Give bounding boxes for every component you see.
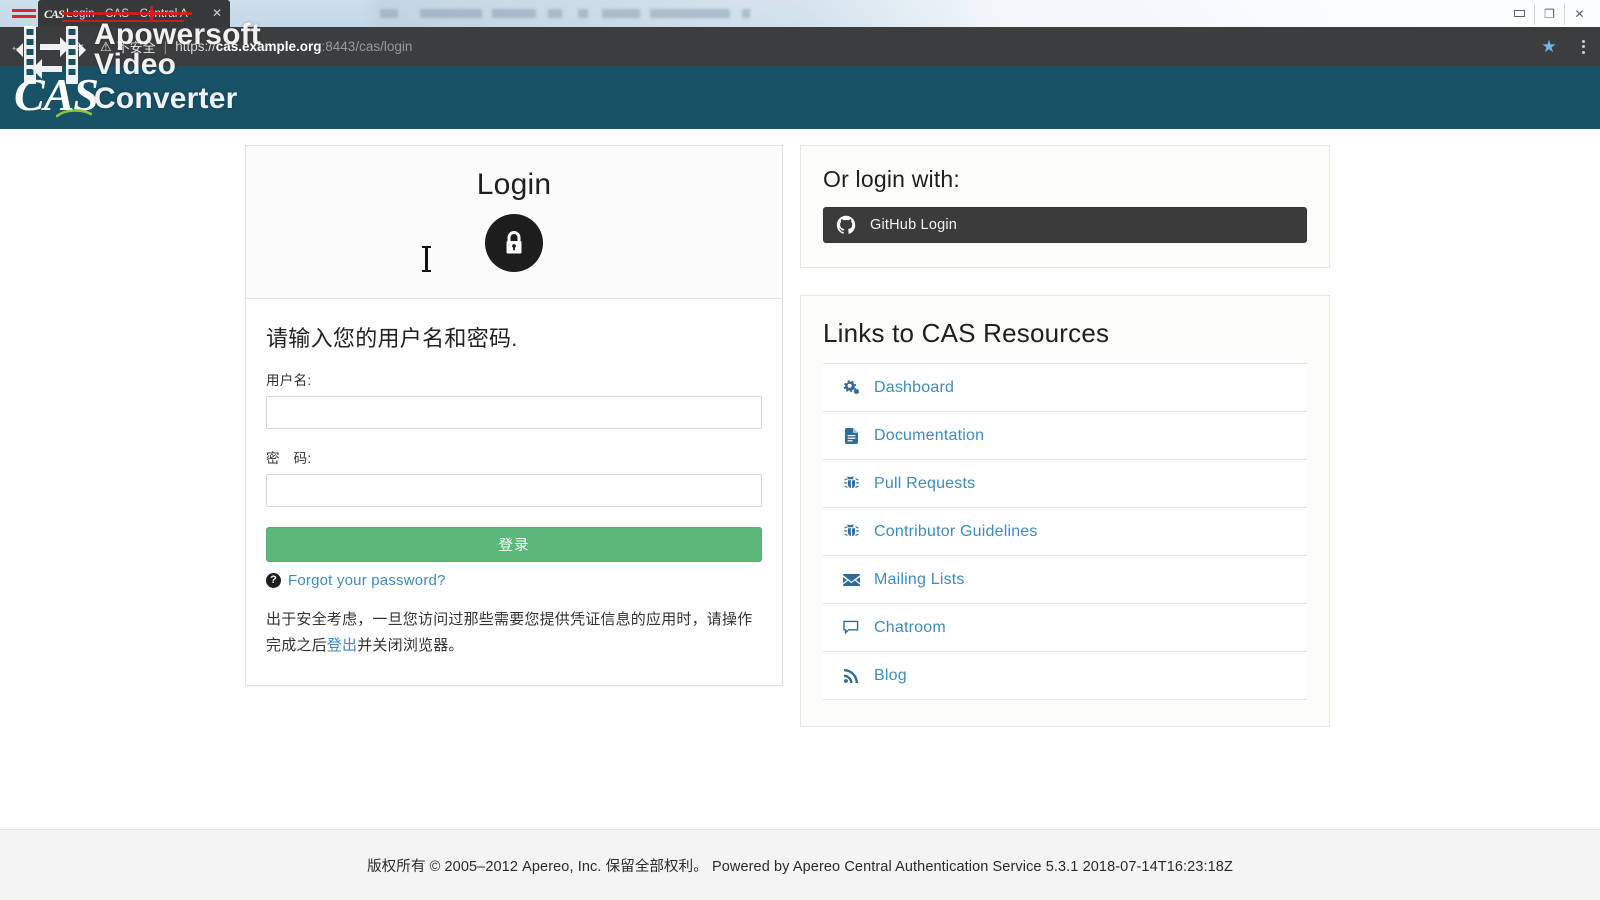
tab-strip: CAS Login - CAS - Central A ✕ ❐ ✕ [0, 0, 1600, 27]
resources-list: Dashboard Documentation Pull Requests Contr… [823, 363, 1307, 700]
footer-copyright-text: 版权所有 © 2005–2012 Apereo, Inc. 保留全部权利。 Po… [367, 858, 1233, 875]
envelope-icon [841, 573, 861, 586]
resource-item-blog[interactable]: Blog [823, 652, 1307, 700]
lock-icon [485, 214, 543, 272]
resource-item-label: Documentation [874, 426, 985, 444]
window-minimize-button[interactable] [1504, 3, 1534, 25]
cas-logo-swoosh-icon [56, 109, 92, 118]
recorder-watermark-stroke [62, 20, 184, 22]
question-circle-icon: ? [266, 573, 281, 588]
cogs-icon [841, 380, 861, 395]
resource-item-contributor-guidelines[interactable]: Contributor Guidelines [823, 508, 1307, 556]
page-content: Login 请输入您的用户名和密码. 用户名: 密 码: 登录 ? Forgot… [0, 129, 1600, 829]
page-footer: 版权所有 © 2005–2012 Apereo, Inc. 保留全部权利。 Po… [0, 829, 1600, 900]
resource-item-label: Pull Requests [874, 474, 976, 492]
resource-item-documentation[interactable]: Documentation [823, 412, 1307, 460]
cas-favicon: CAS [44, 6, 65, 21]
cas-banner [0, 66, 1600, 129]
resource-item-label: Blog [874, 666, 907, 684]
forward-icon[interactable]: → [32, 27, 62, 66]
security-note: 出于安全考虑，一旦您访问过那些需要您提供凭证信息的应用时，请操作完成之后登出并关… [266, 607, 762, 659]
resources-title: Links to CAS Resources [823, 318, 1110, 348]
username-input[interactable] [266, 396, 762, 429]
file-icon [841, 427, 861, 444]
login-instructions: 请输入您的用户名和密码. [266, 326, 518, 351]
logout-link[interactable]: 登出 [327, 637, 357, 654]
reload-icon[interactable]: ⟳ [62, 27, 92, 66]
recorder-watermark-stroke [150, 6, 153, 20]
resource-item-pull-requests[interactable]: Pull Requests [823, 460, 1307, 508]
window-close-button[interactable]: ✕ [1564, 2, 1594, 25]
bug-icon [841, 475, 861, 492]
bug-icon [841, 523, 861, 540]
username-label: 用户名: [266, 373, 312, 388]
github-login-label: GitHub Login [870, 217, 958, 233]
password-group: 密 码: [266, 447, 762, 507]
chrome-menu-icon[interactable] [1566, 27, 1600, 66]
window-controls: ❐ ✕ [1504, 0, 1594, 27]
resource-item-label: Mailing Lists [874, 570, 965, 588]
login-submit-button[interactable]: 登录 [266, 527, 762, 562]
login-panel: Login 请输入您的用户名和密码. 用户名: 密 码: 登录 ? Forgot… [245, 145, 783, 686]
oauth-title: Or login with: [823, 166, 961, 192]
window-restore-button[interactable]: ❐ [1534, 2, 1564, 25]
forgot-password-link[interactable]: Forgot your password? [288, 572, 446, 589]
forgot-password-row: ? Forgot your password? [266, 572, 762, 589]
browser-toolbar: ← → ⟳ ⚠ 不安全 | https://cas.example.org:84… [0, 27, 1600, 66]
recorder-watermark-stroke [12, 15, 36, 18]
omnibox-separator: | [163, 39, 168, 54]
resource-item-chatroom[interactable]: Chatroom [823, 604, 1307, 652]
github-login-button[interactable]: GitHub Login [823, 207, 1307, 243]
restore-icon: ❐ [1544, 6, 1555, 21]
back-icon[interactable]: ← [2, 27, 32, 66]
resource-item-label: Dashboard [874, 378, 955, 396]
security-status-text: 不安全 [116, 40, 156, 55]
browser-chrome: CAS Login - CAS - Central A ✕ ❐ ✕ ← → ⟳ … [0, 0, 1600, 66]
url-host: cas.example.org [215, 39, 322, 54]
github-icon [836, 215, 856, 234]
recorder-watermark-stroke [62, 12, 192, 15]
url-scheme: https:// [175, 39, 216, 54]
address-bar[interactable]: ⚠ 不安全 | https://cas.example.org:8443/cas… [92, 27, 1532, 66]
close-icon: ✕ [1574, 6, 1585, 21]
password-input[interactable] [266, 474, 762, 507]
recorder-watermark-stroke [12, 9, 36, 12]
resources-panel: Links to CAS Resources Dashboard Document… [800, 295, 1330, 727]
bookmark-star-icon[interactable]: ★ [1532, 27, 1566, 66]
login-form: 请输入您的用户名和密码. 用户名: 密 码: 登录 ? Forgot your … [246, 299, 782, 685]
security-note-part2: 并关闭浏览器。 [357, 637, 464, 654]
comment-icon [841, 620, 861, 635]
username-group: 用户名: [266, 369, 762, 429]
url-path: :8443/cas/login [321, 39, 413, 54]
minimize-icon [1513, 10, 1525, 17]
oauth-panel: Or login with: GitHub Login [800, 145, 1330, 268]
resource-item-label: Chatroom [874, 618, 946, 636]
rss-icon [841, 668, 861, 683]
password-label: 密 码: [266, 451, 312, 466]
not-secure-warning-icon: ⚠ [100, 38, 112, 54]
login-panel-header: Login [246, 146, 782, 299]
background-window-blur [0, 0, 1600, 27]
resource-item-dashboard[interactable]: Dashboard [823, 364, 1307, 412]
login-title: Login [476, 168, 552, 201]
tab-close-icon[interactable]: ✕ [210, 6, 224, 21]
resource-item-label: Contributor Guidelines [874, 522, 1038, 540]
resource-item-mailing-lists[interactable]: Mailing Lists [823, 556, 1307, 604]
